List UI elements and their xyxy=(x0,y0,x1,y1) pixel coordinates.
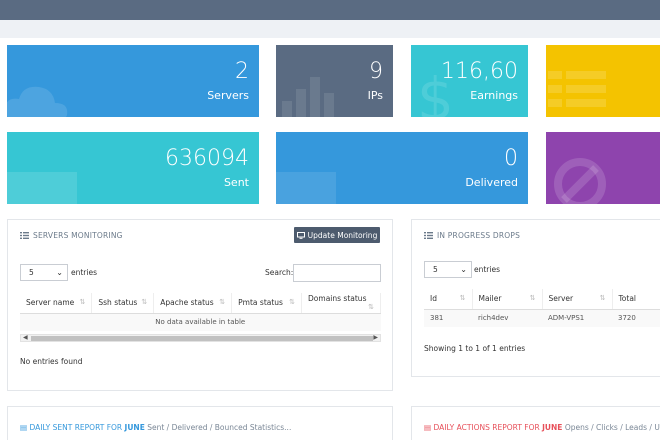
drop-mailer: rich4dev xyxy=(478,314,509,323)
daily-actions-month: JUNE xyxy=(542,423,563,432)
daily-actions-report-title: ▤ DAILY ACTIONS REPORT FOR JUNE Opens / … xyxy=(424,423,660,432)
paper-icon xyxy=(7,172,77,204)
list-icon xyxy=(548,71,606,107)
drops-table-info: Showing 1 to 1 of 1 entries xyxy=(424,344,526,353)
scrollbar-thumb[interactable] xyxy=(31,336,373,341)
col-server[interactable]: Server ⇅ xyxy=(542,289,613,310)
sort-icon: ⇅ xyxy=(141,298,148,307)
servers-count: 2 xyxy=(235,59,249,84)
bar-chart-icon xyxy=(282,77,334,117)
sent-count: 636094 xyxy=(165,146,249,171)
col-total[interactable]: Total xyxy=(612,289,660,310)
ips-label: IPs xyxy=(367,89,383,102)
col-pmta-status[interactable]: Pmta status ⇅ xyxy=(231,293,303,314)
ban-icon xyxy=(554,158,606,204)
daily-sent-suffix: Sent / Delivered / Bounced Statistics... xyxy=(147,423,292,432)
monitor-icon xyxy=(296,231,305,239)
col-apache-status[interactable]: Apache status ⇅ xyxy=(153,293,233,314)
servers-page-length-value: 5 xyxy=(29,268,34,277)
servers-table-info: No entries found xyxy=(20,357,83,366)
col-mailer[interactable]: Mailer ⇅ xyxy=(472,289,543,310)
yellow-tile[interactable] xyxy=(546,45,660,117)
inbox-icon xyxy=(276,172,336,204)
cloud-icon xyxy=(7,86,68,117)
in-progress-drops-title: IN PROGRESS DROPS xyxy=(424,231,520,240)
delivered-tile[interactable]: 0 Delivered xyxy=(276,132,528,204)
sort-icon: ⇅ xyxy=(219,298,226,307)
list-icon xyxy=(424,232,433,239)
servers-table: Server name ⇅ Ssh status ⇅ Apache status ⇅ … xyxy=(20,293,381,331)
drops-table-header: Id ⇅ Mailer ⇅ Server ⇅ Total xyxy=(424,289,660,310)
sort-icon: ⇅ xyxy=(459,294,466,303)
earnings-tile[interactable]: $ 116,60 Earnings xyxy=(411,45,528,117)
servers-table-scrollbar[interactable]: ◀ ▶ xyxy=(20,334,381,342)
drops-page-length-value: 5 xyxy=(433,265,438,274)
in-progress-drops-title-text: IN PROGRESS DROPS xyxy=(437,231,521,240)
empty-table-message: No data available in table xyxy=(155,318,246,327)
ips-count: 9 xyxy=(369,59,383,84)
chevron-down-icon: ⌄ xyxy=(460,265,467,274)
daily-sent-report-title: ▤ DAILY SENT REPORT FOR JUNE Sent / Deli… xyxy=(20,423,291,432)
delivered-label: Delivered xyxy=(465,176,518,189)
purple-tile[interactable] xyxy=(546,132,660,204)
chart-icon: ▤ xyxy=(20,423,28,432)
daily-sent-month: JUNE xyxy=(124,423,145,432)
sort-icon: ⇅ xyxy=(368,303,374,312)
drops-page-length-select[interactable]: 5 ⌄ xyxy=(424,261,472,278)
scroll-left-icon[interactable]: ◀ xyxy=(23,334,28,341)
chevron-down-icon: ⌄ xyxy=(56,268,63,277)
sent-label: Sent xyxy=(223,176,249,189)
drops-table: Id ⇅ Mailer ⇅ Server ⇅ Total 381 rich4dev A… xyxy=(424,289,660,327)
ips-tile[interactable]: 9 IPs xyxy=(276,45,393,117)
sort-icon: ⇅ xyxy=(529,294,536,303)
chart-icon: ▤ xyxy=(424,423,432,432)
servers-page-length-select[interactable]: 5 ⌄ xyxy=(20,264,68,281)
col-ssh-status[interactable]: Ssh status ⇅ xyxy=(91,293,155,314)
col-id[interactable]: Id ⇅ xyxy=(424,289,473,310)
earnings-amount: 116,60 xyxy=(441,59,518,84)
servers-search-input[interactable] xyxy=(293,264,381,282)
servers-monitoring-title: SERVERS MONITORING xyxy=(20,231,123,240)
col-server-name[interactable]: Server name ⇅ xyxy=(20,293,93,314)
earnings-label: Earnings xyxy=(470,89,518,102)
sent-tile[interactable]: 636094 Sent xyxy=(7,132,259,204)
delivered-count: 0 xyxy=(504,146,518,171)
drop-server: ADM-VPS1 xyxy=(548,314,585,323)
daily-actions-prefix: DAILY ACTIONS REPORT FOR xyxy=(433,423,540,432)
table-row: No data available in table xyxy=(20,313,381,331)
servers-tile[interactable]: 2 Servers xyxy=(7,45,259,117)
sort-icon: ⇅ xyxy=(79,298,86,307)
daily-actions-suffix: Opens / Clicks / Leads / Unsubsc xyxy=(564,423,660,432)
table-row[interactable]: 381 rich4dev ADM-VPS1 3720 xyxy=(424,309,660,327)
sort-icon: ⇅ xyxy=(289,298,296,307)
drops-entries-label: entries xyxy=(474,265,500,274)
servers-search-label: Search: xyxy=(265,268,294,277)
servers-label: Servers xyxy=(207,89,249,102)
list-icon xyxy=(20,232,29,239)
update-monitoring-label: Update Monitoring xyxy=(307,230,378,240)
sort-icon: ⇅ xyxy=(599,294,606,303)
daily-sent-prefix: DAILY SENT REPORT FOR xyxy=(29,423,123,432)
top-navbar xyxy=(0,0,660,20)
update-monitoring-button[interactable]: Update Monitoring xyxy=(294,227,380,243)
servers-table-header: Server name ⇅ Ssh status ⇅ Apache status ⇅ … xyxy=(20,293,381,314)
scroll-right-icon[interactable]: ▶ xyxy=(373,334,378,341)
servers-entries-label: entries xyxy=(71,268,97,277)
col-domains-status[interactable]: Domains status ⇅ xyxy=(301,293,381,314)
drop-id: 381 xyxy=(430,314,444,323)
drop-total: 3720 xyxy=(618,314,636,323)
servers-monitoring-title-text: SERVERS MONITORING xyxy=(33,231,123,240)
